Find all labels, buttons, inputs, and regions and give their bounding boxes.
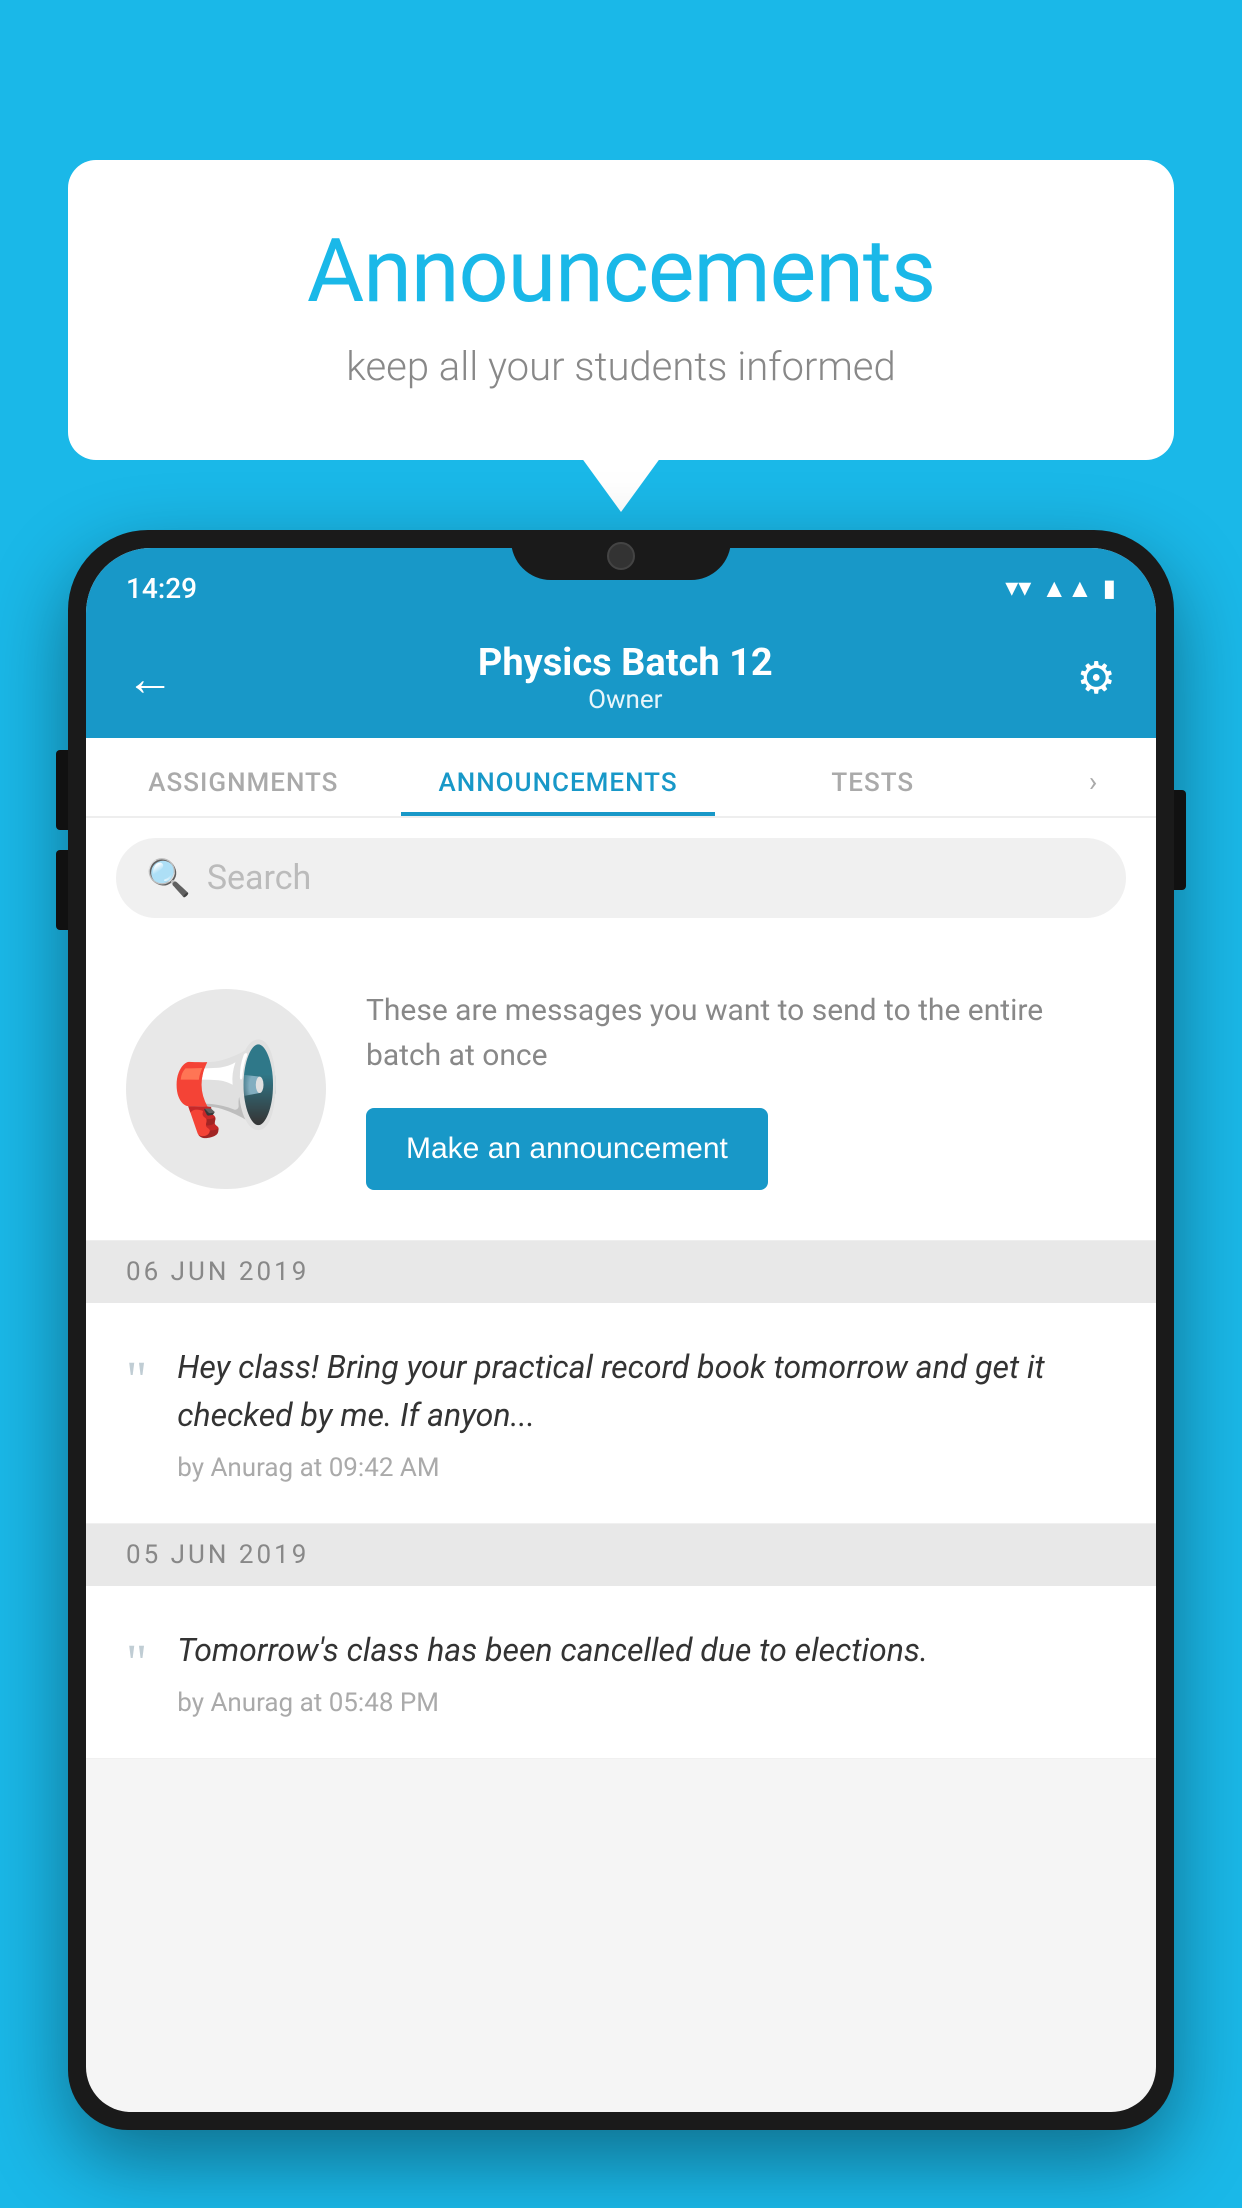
make-announcement-button[interactable]: Make an announcement <box>366 1108 768 1190</box>
phone-screen: 14:29 ▾▾ ▲▲ ▮ ← Physics Batch 12 Owner ⚙ <box>86 548 1156 2112</box>
phone-outer: 14:29 ▾▾ ▲▲ ▮ ← Physics Batch 12 Owner ⚙ <box>68 530 1174 2130</box>
tabs-bar: ASSIGNMENTS ANNOUNCEMENTS TESTS › <box>86 738 1156 818</box>
bubble-title: Announcements <box>148 220 1094 323</box>
volume-down-button <box>56 850 68 930</box>
settings-icon[interactable]: ⚙ <box>1077 652 1116 704</box>
batch-role: Owner <box>478 685 773 715</box>
megaphone-circle: 📢 <box>126 989 326 1189</box>
search-bar[interactable]: 🔍 Search <box>116 838 1126 918</box>
announcement-content-2: Tomorrow's class has been cancelled due … <box>177 1626 1116 1718</box>
tab-announcements[interactable]: ANNOUNCEMENTS <box>401 768 716 816</box>
status-time: 14:29 <box>126 572 197 605</box>
signal-icon: ▲▲ <box>1041 573 1092 604</box>
announcement-meta-1: by Anurag at 09:42 AM <box>177 1453 1116 1483</box>
tab-more[interactable]: › <box>1030 765 1156 816</box>
quote-icon-2: " <box>126 1634 147 1718</box>
tab-assignments[interactable]: ASSIGNMENTS <box>86 768 401 816</box>
camera <box>607 542 635 570</box>
announcement-content-1: Hey class! Bring your practical record b… <box>177 1343 1116 1483</box>
announcement-prompt: 📢 These are messages you want to send to… <box>86 938 1156 1241</box>
announcement-text-1: Hey class! Bring your practical record b… <box>177 1343 1116 1439</box>
tab-tests[interactable]: TESTS <box>715 768 1030 816</box>
megaphone-icon: 📢 <box>170 1037 282 1142</box>
announcement-item-2[interactable]: " Tomorrow's class has been cancelled du… <box>86 1586 1156 1759</box>
phone-container: 14:29 ▾▾ ▲▲ ▮ ← Physics Batch 12 Owner ⚙ <box>68 530 1174 2208</box>
search-container: 🔍 Search <box>86 818 1156 938</box>
speech-bubble: Announcements keep all your students inf… <box>68 160 1174 460</box>
status-icons: ▾▾ ▲▲ ▮ <box>1005 573 1116 604</box>
power-button <box>1174 790 1186 890</box>
battery-icon: ▮ <box>1103 574 1116 602</box>
app-header: ← Physics Batch 12 Owner ⚙ <box>86 618 1156 738</box>
wifi-icon: ▾▾ <box>1005 573 1031 603</box>
volume-up-button <box>56 750 68 830</box>
date-separator-2: 05 JUN 2019 <box>86 1524 1156 1586</box>
batch-title: Physics Batch 12 <box>478 641 773 685</box>
announce-description: These are messages you want to send to t… <box>366 988 1116 1078</box>
phone-notch <box>511 530 731 580</box>
quote-icon-1: " <box>126 1351 147 1483</box>
announce-right: These are messages you want to send to t… <box>366 988 1116 1190</box>
back-button[interactable]: ← <box>126 650 174 707</box>
announcement-item-1[interactable]: " Hey class! Bring your practical record… <box>86 1303 1156 1524</box>
header-title-block: Physics Batch 12 Owner <box>478 641 773 715</box>
speech-bubble-container: Announcements keep all your students inf… <box>68 160 1174 460</box>
search-input[interactable]: Search <box>207 858 311 898</box>
date-separator-1: 06 JUN 2019 <box>86 1241 1156 1303</box>
announcement-text-2: Tomorrow's class has been cancelled due … <box>177 1626 1116 1674</box>
bubble-subtitle: keep all your students informed <box>148 343 1094 390</box>
announcement-meta-2: by Anurag at 05:48 PM <box>177 1688 1116 1718</box>
search-icon: 🔍 <box>146 857 191 899</box>
